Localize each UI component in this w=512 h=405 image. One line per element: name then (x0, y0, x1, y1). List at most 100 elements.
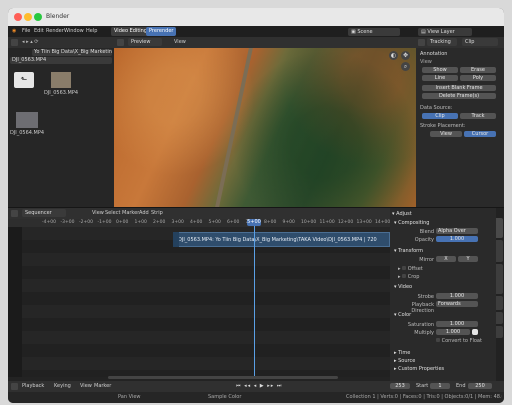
sequencer-editor: Sequencer View Select Marker Add Strip -… (8, 208, 390, 381)
view-layer-selector[interactable]: ▤ View Layer (418, 28, 472, 36)
tracking-mode-dropdown[interactable]: Tracking (427, 38, 457, 46)
preview-image[interactable] (114, 48, 416, 207)
view-mode-icon[interactable]: ◐ (389, 51, 398, 60)
view-type-dropdown[interactable]: Preview (128, 38, 162, 46)
insert-blank-frame-button[interactable]: Insert Blank Frame (422, 85, 496, 91)
file-item[interactable]: DJI_0563.MP4 (42, 72, 80, 96)
directory-path-field[interactable]: Yo Tiin Big Data\X_Big Marketing\TAKA Vi… (32, 49, 112, 56)
custom-properties-section-title[interactable]: ▸ Custom Properties (394, 366, 486, 373)
end-frame-field[interactable]: 250 (468, 383, 492, 389)
seq-menu-select[interactable]: Select (105, 210, 120, 216)
line-button[interactable]: Line (422, 75, 458, 81)
close-window-button[interactable] (14, 13, 22, 21)
start-frame-field[interactable]: 1 (430, 383, 450, 389)
offset-checkbox[interactable] (402, 266, 407, 270)
file-item[interactable]: DJI_0564.MP4 (8, 112, 46, 136)
color-section-title[interactable]: ▾ Color (394, 312, 486, 319)
seq-menu-strip[interactable]: Strip (151, 210, 163, 216)
tab-modifiers[interactable] (496, 240, 503, 262)
track-source-button[interactable]: Track (460, 113, 496, 119)
menu-edit[interactable]: Edit (34, 28, 44, 34)
menu-render[interactable]: Render (46, 28, 64, 34)
opacity-field[interactable]: 1.000 (436, 236, 478, 242)
view-menu[interactable]: View (80, 383, 92, 389)
poly-button[interactable]: Poly (460, 75, 496, 81)
clip-dropdown[interactable]: Clip (462, 38, 498, 46)
tab-scene[interactable] (496, 296, 503, 310)
saturation-label: Saturation (407, 322, 434, 328)
offset-row[interactable]: ▸ Offset (398, 266, 423, 272)
menu-file[interactable]: File (22, 28, 30, 34)
playhead-line[interactable] (254, 219, 255, 377)
convert-float-row[interactable]: Convert to Float (436, 338, 482, 344)
timeline-ruler[interactable]: -4+00 -3+00 -2+00 -1+00 0+00 1+00 2+00 3+00 4+00… (8, 219, 390, 227)
zoom-window-button[interactable] (34, 13, 42, 21)
mirror-x-toggle[interactable]: X (436, 256, 456, 262)
delete-frame-button[interactable]: Delete Frame(s) (422, 93, 496, 99)
filename-field[interactable]: DJI_0563.MP4 (10, 57, 112, 64)
opacity-label: Opacity (414, 237, 434, 243)
editor-type-icon[interactable] (11, 383, 18, 390)
current-frame-indicator[interactable]: 5+00 (247, 219, 261, 226)
horizontal-scrollbar[interactable] (108, 376, 338, 379)
tab-proxy-cache[interactable] (496, 264, 503, 294)
preview-view-menu[interactable]: View (174, 39, 186, 45)
video-section-title[interactable]: ▾ Video (394, 284, 486, 291)
erase-button[interactable]: Erase (460, 67, 496, 73)
seq-menu-view[interactable]: View (92, 210, 104, 216)
transform-section-title[interactable]: ▾ Transform (394, 248, 486, 255)
movie-strip[interactable]: DJI_0563.MP4: Yo Tiin Big Data\X_Big Mar… (173, 232, 390, 247)
adjust-section-title[interactable]: ▾ Adjust (392, 211, 484, 218)
editor-type-icon[interactable] (11, 210, 18, 217)
seq-menu-add[interactable]: Add (139, 210, 149, 216)
saturation-field[interactable]: 1.000 (436, 321, 478, 327)
strip-left-handle[interactable] (173, 232, 179, 247)
time-section-title[interactable]: ▸ Time (394, 350, 486, 357)
tab-video-editing[interactable]: Video Editing (111, 27, 151, 36)
navigate-gizmo-icon[interactable]: ✥ (401, 51, 410, 60)
view-placement-button[interactable]: View (430, 131, 462, 137)
editor-type-icon[interactable] (418, 39, 425, 46)
blender-window: Blender ◉ File Edit Render Window Help V… (8, 8, 504, 403)
blender-logo-icon[interactable]: ◉ (12, 28, 16, 34)
editor-type-icon[interactable] (117, 39, 124, 46)
zoom-icon[interactable]: ⌕ (401, 62, 410, 71)
seq-menu-marker[interactable]: Marker (122, 210, 139, 216)
keying-menu[interactable]: Keying (54, 383, 71, 389)
marker-menu[interactable]: Marker (94, 383, 111, 389)
playback-menu[interactable]: Playback (22, 383, 44, 389)
menu-help[interactable]: Help (86, 28, 97, 34)
color-swatch[interactable] (472, 329, 478, 335)
top-menu-bar: ◉ File Edit Render Window Help Video Edi… (8, 26, 504, 37)
crop-checkbox[interactable] (402, 274, 407, 278)
playback-direction-dropdown[interactable]: Forwards (436, 301, 478, 307)
annotation-title[interactable]: Annotation (420, 51, 447, 57)
sequencer-mode-dropdown[interactable]: Sequencer (22, 209, 66, 217)
data-source-label: Data Source: (420, 105, 453, 111)
end-label: End (456, 383, 466, 389)
editor-type-icon[interactable] (11, 39, 18, 46)
scene-selector[interactable]: ▣ Scene (348, 28, 400, 36)
show-button[interactable]: Show (422, 67, 458, 73)
file-nav-arrows-icon[interactable]: ◂ ▸ ▴ ⟳ (22, 39, 39, 45)
multiply-field[interactable]: 1.000 (436, 329, 470, 335)
sequencer-channels[interactable] (22, 227, 390, 377)
menu-window[interactable]: Window (64, 28, 84, 34)
source-section-title[interactable]: ▸ Source (394, 358, 486, 365)
minimize-window-button[interactable] (24, 13, 32, 21)
compositing-section-title[interactable]: ▾ Compositing (394, 220, 486, 227)
transport-controls-icon[interactable]: ⏮ ◂◂ ◂ ▶ ▸▸ ⏭ (236, 383, 282, 389)
tab-strip[interactable] (496, 218, 503, 238)
clip-source-button[interactable]: Clip (422, 113, 458, 119)
tab-prerender[interactable]: Prerender (146, 27, 177, 36)
strobe-field[interactable]: 1.000 (436, 293, 478, 299)
mirror-y-toggle[interactable]: Y (458, 256, 478, 262)
convert-float-checkbox[interactable] (436, 338, 440, 342)
crop-row[interactable]: ▸ Crop (398, 274, 419, 280)
blend-dropdown[interactable]: Alpha Over (436, 228, 478, 234)
tab-tool[interactable] (496, 312, 503, 324)
cursor-placement-button[interactable]: Cursor (464, 131, 496, 137)
parent-folder-item[interactable]: ⬑ (12, 72, 36, 88)
tab-view[interactable] (496, 326, 503, 338)
current-frame-field[interactable]: 253 (390, 383, 410, 389)
